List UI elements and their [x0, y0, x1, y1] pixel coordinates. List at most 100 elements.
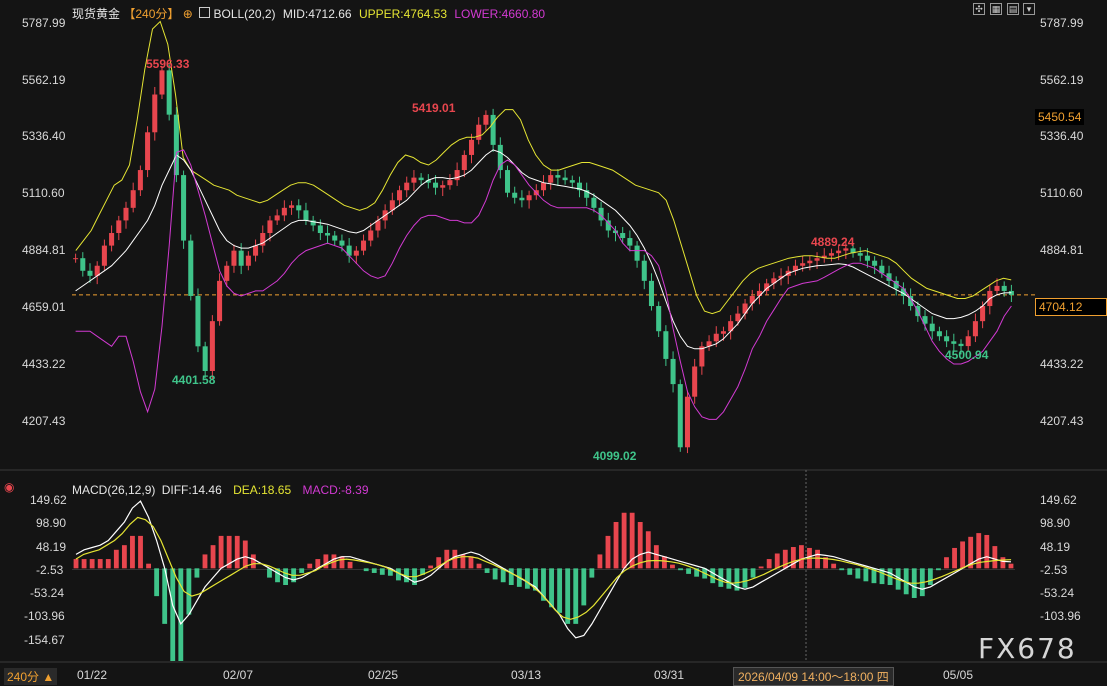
candle-body — [677, 384, 683, 448]
candle-body — [965, 336, 971, 347]
annotation-high: 4889.24 — [811, 235, 855, 249]
candle-body — [800, 263, 806, 266]
y-tick: 5562.19 — [22, 73, 66, 87]
candle-body — [289, 205, 295, 208]
candle-body — [195, 295, 201, 347]
macd-tick: -2.53 — [36, 563, 64, 577]
crosshair-time-label: 2026/04/09 14:00～18:00 四 — [733, 667, 894, 686]
macd-tick: -53.24 — [30, 586, 65, 600]
macd-value: MACD:-8.39 — [302, 483, 369, 497]
candle-body — [231, 250, 237, 266]
candle-body — [173, 114, 179, 176]
x-tick: 01/22 — [76, 668, 108, 682]
candle-body — [80, 258, 86, 271]
candle-body — [569, 180, 575, 183]
candle-body — [303, 210, 309, 221]
candle-body — [627, 238, 633, 246]
macd-tick: -154.67 — [24, 633, 65, 647]
candle-body — [972, 321, 978, 337]
candle-body — [648, 280, 654, 307]
layout-icon[interactable]: ▤ — [1007, 3, 1019, 15]
candle-body — [490, 114, 496, 145]
candle-body — [562, 177, 568, 181]
candle-body — [461, 154, 467, 171]
boll-mid: MID:4712.66 — [282, 7, 352, 21]
candle-body — [807, 260, 813, 264]
candle-body — [692, 366, 698, 397]
candle-body — [634, 245, 640, 261]
settings-icon[interactable]: ⊕ — [183, 7, 193, 21]
macd-tick: 48.19 — [36, 540, 67, 554]
macd-tick: 98.90 — [36, 516, 67, 530]
candle-body — [555, 175, 561, 178]
y-tick: 4207.43 — [1040, 414, 1084, 428]
more-icon[interactable]: ▾ — [1023, 3, 1035, 15]
candle-body — [504, 170, 511, 193]
candle-body — [519, 197, 525, 201]
watermark-logo: FX678 — [978, 632, 1077, 665]
x-tick: 03/31 — [653, 668, 685, 682]
candle-body — [994, 285, 1000, 291]
candle-body — [166, 70, 172, 115]
candle-body — [540, 182, 547, 191]
period-switch-button[interactable]: 240分 ▲ — [4, 668, 58, 685]
macd-tick: 98.90 — [1040, 516, 1071, 530]
candle-body — [188, 240, 194, 296]
annotation-high: 5419.01 — [412, 101, 456, 115]
candle-body — [454, 170, 460, 181]
boll-label[interactable]: BOLL(20,2) — [213, 7, 275, 21]
candle-body — [872, 260, 878, 266]
candle-body — [620, 233, 626, 239]
candle-body — [296, 205, 302, 211]
macd-diff: DIFF:14.46 — [161, 483, 222, 497]
candle-body — [483, 114, 489, 125]
candle-body — [944, 336, 950, 342]
y-tick: 4884.81 — [1040, 243, 1084, 257]
candle-body — [929, 323, 935, 332]
candle-body — [123, 207, 129, 221]
crosshair-icon[interactable]: ✣ — [973, 3, 985, 15]
candle-body — [958, 343, 964, 347]
y-tick: 4884.81 — [22, 243, 66, 257]
macd-tick: 48.19 — [1040, 540, 1071, 554]
period-label[interactable]: 【240分】 — [123, 7, 179, 21]
y-tick: 5562.19 — [1040, 73, 1084, 87]
annotation-high: 5596.33 — [146, 57, 190, 71]
candle-body — [476, 124, 482, 140]
candle-body — [836, 250, 842, 254]
candle-body — [828, 253, 834, 256]
candle-body — [684, 396, 690, 448]
candle-body — [368, 230, 374, 241]
candle-body — [433, 182, 439, 188]
candle-body — [857, 253, 863, 256]
macd-tick: -53.24 — [1040, 586, 1075, 600]
candle-body — [720, 331, 726, 334]
macd-settings-icon[interactable]: ◉ — [4, 480, 14, 494]
boll-lower: LOWER:4660.80 — [454, 7, 546, 21]
grid-icon[interactable]: ▦ — [990, 3, 1002, 15]
candle-body — [181, 175, 187, 241]
candle-body — [317, 225, 323, 234]
candle-body — [670, 358, 676, 385]
candle-body — [980, 306, 986, 322]
candle-body — [137, 170, 143, 191]
macd-name[interactable]: MACD(26,12,9) — [72, 483, 155, 497]
candle-body — [936, 331, 942, 337]
candle-body — [145, 132, 151, 171]
candle-body — [361, 240, 367, 251]
annotation-low: 4401.58 — [172, 373, 216, 387]
y-tick: 4659.01 — [22, 300, 66, 314]
indicator-icon[interactable] — [199, 7, 211, 18]
candle-body — [217, 280, 223, 322]
candle-body — [101, 245, 107, 266]
candle-body — [735, 313, 741, 322]
chart-canvas[interactable] — [0, 0, 1107, 684]
candle-body — [641, 260, 647, 281]
candle-body — [353, 250, 359, 256]
candle-body — [253, 245, 259, 256]
y-tick: 5110.60 — [1040, 186, 1083, 200]
candle-body — [130, 190, 136, 208]
candle-body — [663, 331, 669, 359]
candle-body — [756, 290, 762, 296]
candle-body — [440, 185, 446, 188]
